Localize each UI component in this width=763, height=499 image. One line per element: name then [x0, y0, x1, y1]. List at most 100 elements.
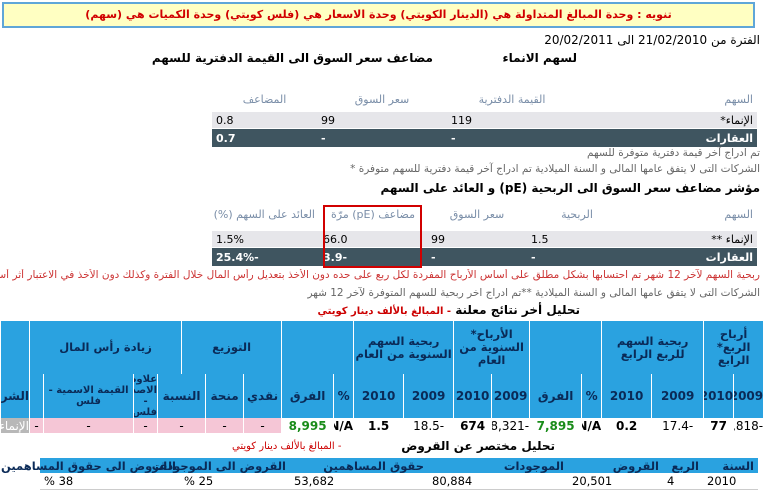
loans-h-loans: القروض [568, 458, 663, 473]
results-table: أرباح الربع* الرابع ربحية السهم للربع ال… [0, 321, 763, 433]
pe-sector-market: - [427, 247, 527, 266]
stock-for-label: لسهم الانماء [502, 51, 577, 65]
pb-sector-name: العقارات [577, 128, 757, 147]
section1-title: مضاعف سعر السوق الى القيمة الدفترية للسه… [151, 51, 433, 65]
loans-loans-assets: 25 % [180, 473, 290, 490]
h-y2010-d: 2010 [353, 374, 405, 418]
h-company: الشركة [0, 374, 30, 418]
pb-sector-market: - [317, 128, 447, 147]
pb-note-1: تم ادراج آخر قيمة دفترية متوفرة للسهم [587, 147, 760, 159]
h-bonus: منحة [205, 374, 245, 418]
pb-multiple: 0.8 [212, 112, 317, 129]
period-sep: الى [617, 33, 635, 47]
pb-header-stock: السهم [724, 92, 753, 106]
pe-sector-eps: - [527, 247, 627, 266]
pe-sector-name: العقارات [627, 247, 757, 266]
h-y2009-d: 2009 [403, 374, 455, 418]
table-row: 2010 4 20,501 80,884 53,682 25 % 38 % [40, 473, 758, 490]
section4-title-text: تحليل مختصر عن القروض [401, 439, 555, 453]
group-capital: زيادة رأس المال [28, 321, 183, 374]
pb-header-multiple: المضاعف [242, 92, 287, 106]
loans-h-loans-assets: القروض الى الموجودات [152, 458, 290, 473]
section4-unit: - المبالغ بالألف دينار كويتي [232, 441, 342, 452]
pb-book: 119 [447, 112, 577, 129]
pe-eps: 1.5 [527, 231, 627, 248]
pct-1: N/A [581, 418, 603, 433]
loans-equity: 53,682 [290, 473, 428, 490]
h-ratio: النسبة [157, 374, 207, 418]
loans-h-year: السنة [703, 458, 758, 473]
pb-table: السهم القيمة الدفترية سعر السوق المضاعف … [212, 90, 757, 147]
table-row: الإنماء* 119 99 0.8 [212, 112, 757, 129]
premium: - [133, 418, 159, 433]
h-premium: علاوة الاصدار - فلس [133, 374, 159, 418]
q-eps-2010: 0.2 [601, 418, 653, 433]
loans-quarter: 4 [663, 473, 703, 490]
pe-table: السهم الربحية سعر السوق مضاعف (pE) مرّة … [212, 205, 757, 266]
group-annual-eps: ربحية السهم السنوية من العام [353, 321, 455, 374]
section2-title: مؤشر مضاعف سعر السوق الى الربحية (pE) و … [380, 181, 761, 195]
sector-row: العقارات - - 0.7 [212, 128, 757, 147]
diff-2: 8,995 [281, 418, 335, 433]
loans-h-quarter: الربع [663, 458, 703, 473]
pe-header-yield: العائد على السهم (%) [213, 207, 315, 221]
h-y2009-c: 2009 [491, 374, 531, 418]
pe-stock-name: الإنماء ** [627, 231, 757, 248]
pb-header-book: القيمة الدفترية [478, 92, 546, 106]
pct-2: N/A [333, 418, 355, 433]
pb-market: 99 [317, 112, 447, 129]
notice-banner: تنويه : وحدة المبالغ المتداولة هي (الدين… [2, 2, 755, 28]
q-profit-2010: 77 [703, 418, 735, 433]
pe-header-eps: الربحية [561, 207, 593, 221]
section3-title-text: تحليل أخر نتائج معلنة [455, 303, 580, 317]
h-y2010-a: 2010 [703, 374, 735, 418]
a-eps-2009: -18.5 [403, 418, 455, 433]
h-par: القيمة الاسمية - فلس [43, 374, 135, 418]
h-y2009-a: 2009 [733, 374, 763, 418]
section3-title: تحليل أخر نتائج معلنة - المبالغ بالألف د… [318, 303, 580, 317]
pb-sector-multiple: 0.7 [212, 128, 317, 147]
loans-h-equity: حقوق المساهمين [290, 458, 428, 473]
q-profit-2009: -7,818 [733, 418, 763, 433]
group-q-profit: أرباح الربع* الرابع [703, 321, 763, 374]
par: - [43, 418, 135, 433]
sector-row: العقارات - - -3.9 -25.4% [212, 247, 757, 266]
period-to: 20/02/2011 [544, 33, 614, 47]
group-q-eps: ربحية السهم للربع الرابع [601, 321, 705, 374]
extra: - [28, 418, 45, 433]
loans-year: 2010 [703, 473, 758, 490]
period-line: الفترة من 21/02/2010 الى 20/02/2011 [544, 33, 760, 47]
loans-h-loans-equity: القروض الى حقوق المساهمين [1, 458, 180, 473]
company-name: الإنماء [0, 418, 30, 433]
bonus: - [205, 418, 245, 433]
group-dist: التوزيع [181, 321, 283, 374]
loans-assets: 80,884 [428, 473, 568, 490]
table-row: الإنماء ** 1.5 99 66.0 1.5% [212, 231, 757, 248]
a-eps-2010: 1.5 [353, 418, 405, 433]
pb-header-market: سعر السوق [354, 92, 410, 106]
loans-h-assets: الموجودات [428, 458, 568, 473]
h-y2009-b: 2009 [651, 374, 705, 418]
pb-sector-book: - [447, 128, 577, 147]
pe-header-market: سعر السوق [449, 207, 505, 221]
cash: - [243, 418, 283, 433]
period-from: 21/02/2010 [638, 33, 708, 47]
h-diff-2: الفرق [281, 374, 335, 418]
highlight-box [323, 205, 422, 268]
loans-table: السنة الربع القروض الموجودات حقوق المساه… [1, 458, 758, 490]
period-label: الفترة من [711, 33, 760, 47]
group-annual-profit: الأرباح* السنوية من العام [453, 321, 531, 374]
q-eps-2009: -17.4 [651, 418, 705, 433]
pe-sector-yield: -25.4% [212, 247, 319, 266]
h-y2010-c: 2010 [453, 374, 493, 418]
pe-note-2: الشركات التى لا يتفق عامها المالى و السن… [307, 287, 760, 299]
h-diff-1: الفرق [529, 374, 583, 418]
loans-loans-equity: 38 % [40, 473, 180, 490]
pe-note-1: ربحية السهم لآخر 12 شهر تم احتسابها بشكل… [0, 269, 760, 281]
a-profit-2010: 674 [453, 418, 493, 433]
pe-header-stock: السهم [724, 207, 753, 221]
pb-stock-name: الإنماء* [577, 112, 757, 129]
h-cash: نقدي [243, 374, 283, 418]
section4-title: تحليل مختصر عن القروض [401, 439, 555, 453]
section3-unit: - المبالغ بالألف دينار كويتي [317, 306, 452, 317]
